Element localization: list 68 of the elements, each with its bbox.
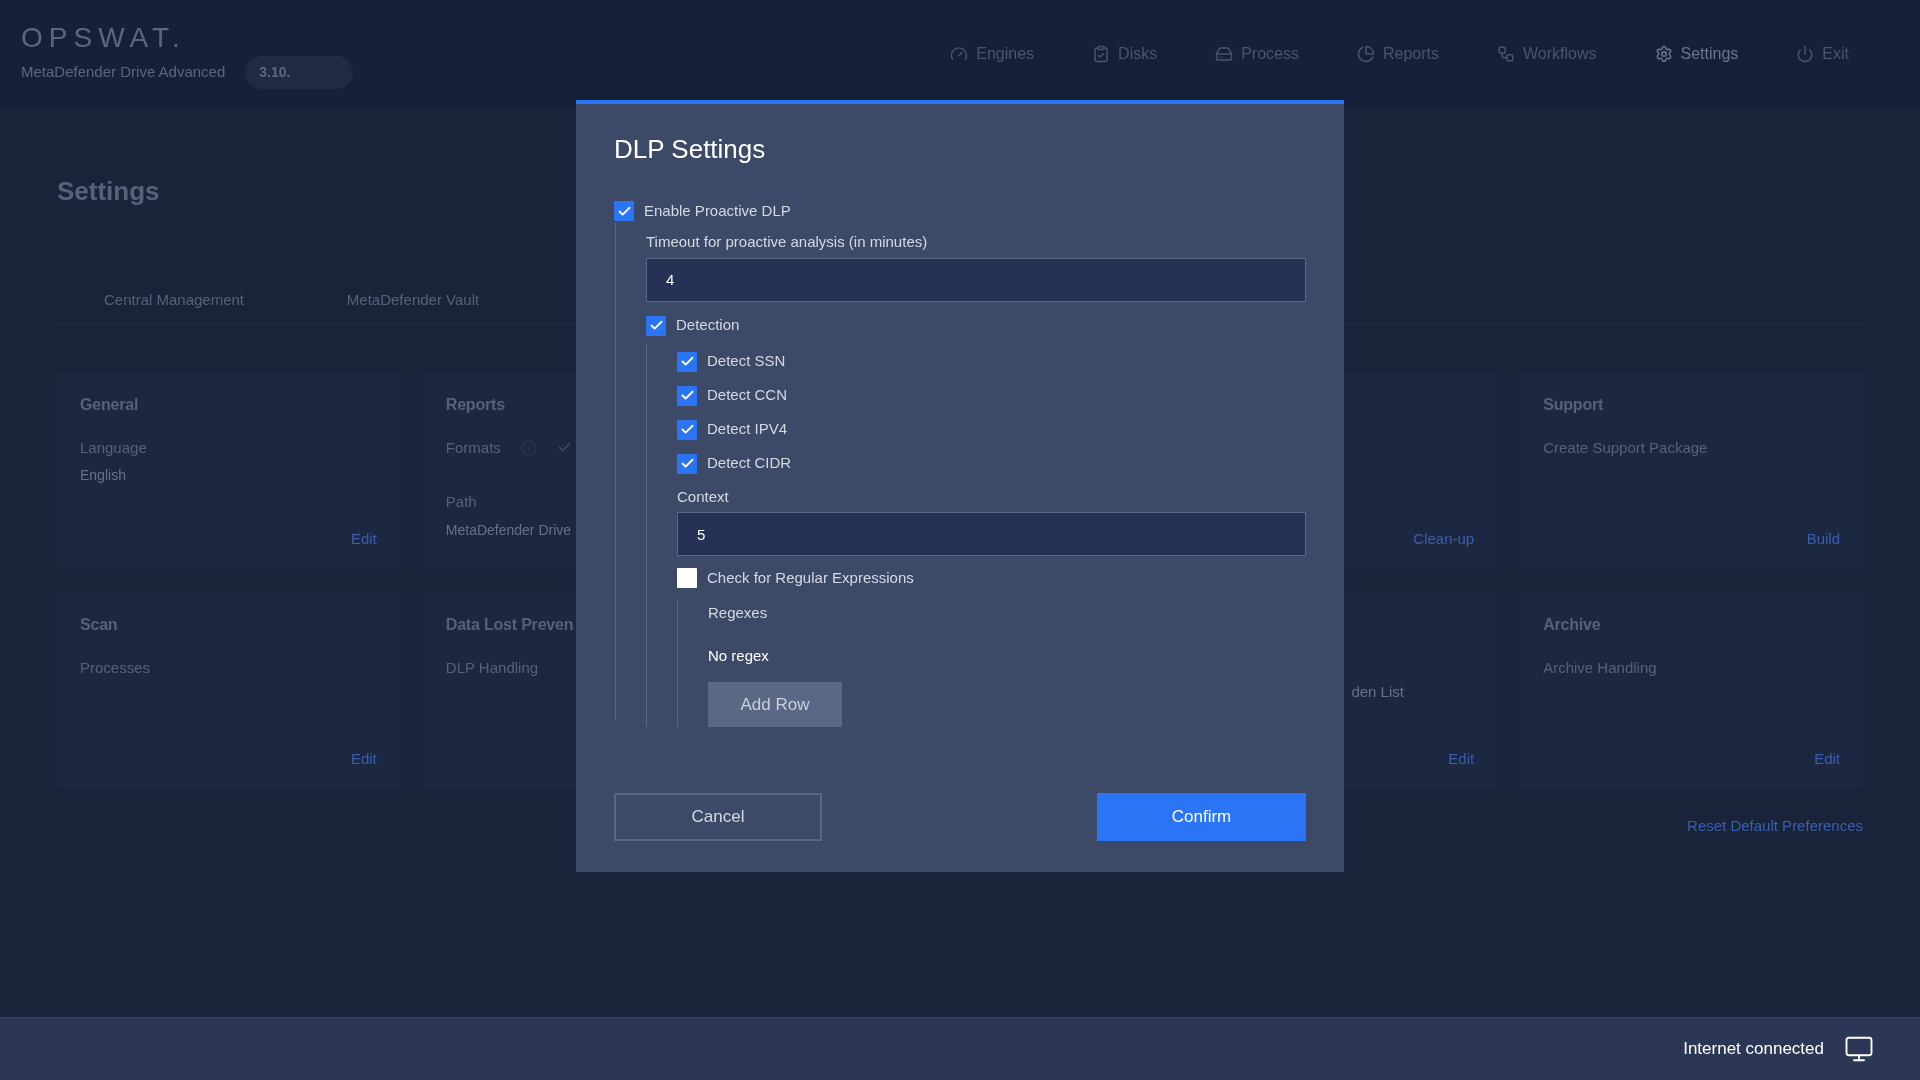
logo: OPSWAT.: [21, 23, 187, 52]
card-title: Reports: [445, 394, 505, 415]
card-title: Scan: [80, 614, 118, 635]
checkbox[interactable]: [677, 453, 697, 474]
card-action-link[interactable]: Build: [1806, 528, 1840, 551]
check-icon: [679, 388, 695, 403]
card-title: Archive: [1543, 614, 1601, 635]
page-title: Settings: [57, 175, 160, 208]
checkbox[interactable]: [677, 385, 697, 406]
tab[interactable]: Central Management: [57, 289, 291, 324]
checkbox-label: Detect IPV4: [707, 419, 788, 440]
power-icon: [1796, 45, 1815, 63]
add-row-button[interactable]: Add Row: [708, 682, 842, 727]
card-action-link[interactable]: Clean-up: [1413, 528, 1475, 551]
setting-label: Create Support Package: [1543, 437, 1708, 458]
cancel-button[interactable]: Cancel: [614, 793, 822, 841]
card-title: Data Lost Preven: [445, 614, 574, 635]
setting-value: English: [80, 466, 126, 485]
section-label: Regexes: [708, 603, 768, 623]
card-action-link[interactable]: Edit: [350, 528, 377, 551]
checkbox[interactable]: [677, 568, 697, 588]
reset-preferences-link[interactable]: Reset Default Preferences: [1687, 814, 1863, 837]
pie-chart-icon: [1357, 45, 1375, 63]
card-action-link[interactable]: Edit: [1814, 748, 1840, 771]
checkbox-label: Check for Regular Expressions: [707, 567, 914, 588]
gauge-icon: [950, 45, 969, 63]
setting-label: DLP Handling: [445, 657, 539, 678]
tab[interactable]: MetaDefender Vault: [296, 289, 530, 324]
checkbox-label: Enable Proactive DLP: [644, 200, 791, 221]
checkbox[interactable]: [677, 351, 697, 372]
setting-label: Processes: [80, 657, 151, 678]
checkbox-label: Detect CIDR: [707, 453, 792, 474]
version-badge: 3.10.: [245, 55, 354, 89]
checkbox-label: Detection: [676, 315, 740, 336]
workflow-icon: [1497, 45, 1515, 63]
setting-label: Language: [80, 437, 147, 458]
check-icon: [679, 422, 695, 437]
card-action-link[interactable]: Edit: [1448, 748, 1475, 771]
field-label: Context: [677, 486, 730, 507]
check-icon: [648, 318, 664, 333]
check-icon: [679, 354, 695, 369]
empty-message: No regex: [708, 645, 769, 666]
checkbox[interactable]: [646, 315, 666, 336]
confirm-button[interactable]: Confirm: [1097, 793, 1306, 841]
monitor-icon: [1844, 1034, 1874, 1064]
checkbox[interactable]: [614, 201, 634, 221]
nav-item[interactable]: Settings: [1654, 42, 1739, 66]
check-icon: [679, 456, 695, 471]
product-name: MetaDefender Drive Advanced: [21, 61, 226, 82]
setting-label: Path: [445, 492, 477, 512]
timeout-field[interactable]: 4: [646, 257, 1306, 302]
connection-status: Internet connected: [1683, 1038, 1824, 1061]
setting-label: Archive Handling: [1543, 657, 1657, 678]
card-title: Support: [1543, 394, 1604, 415]
setting-value: MetaDefender Drive: [445, 520, 572, 540]
setting-label: Formats: [445, 437, 501, 458]
field-label: Timeout for proactive analysis (in minutes): [646, 232, 929, 252]
card-title: General: [80, 394, 139, 415]
settings-icon: [1654, 45, 1673, 63]
dialog-title: DLP Settings: [614, 133, 767, 166]
drive-icon: [1215, 45, 1234, 63]
clipboard-icon: [1092, 45, 1111, 63]
checkbox[interactable]: [677, 419, 697, 440]
checkbox-label: Detect CCN: [707, 385, 788, 406]
checkbox-label: Detect SSN: [707, 351, 786, 372]
setting-label: den List: [1351, 681, 1404, 702]
context-field[interactable]: 5: [677, 512, 1306, 556]
card-action-link[interactable]: Edit: [350, 748, 377, 771]
